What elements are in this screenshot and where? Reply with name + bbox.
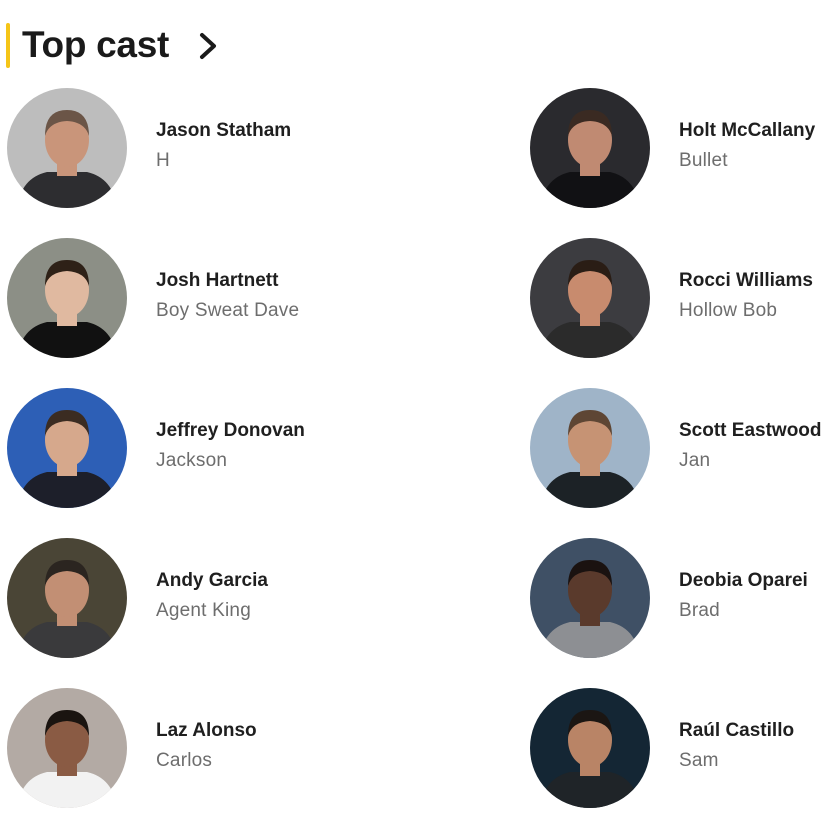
actor-headshot[interactable] (7, 688, 127, 808)
headshot-image (7, 688, 127, 808)
headshot-image (7, 388, 127, 508)
headshot-image (530, 88, 650, 208)
actor-name[interactable]: Rocci Williams (679, 269, 813, 293)
headshot-image (530, 388, 650, 508)
headshot-image (7, 238, 127, 358)
headshot-image (7, 538, 127, 658)
actor-headshot[interactable] (530, 388, 650, 508)
character-name[interactable]: Agent King (156, 599, 251, 623)
cast-item[interactable]: Josh Hartnett Boy Sweat Dave (7, 238, 327, 360)
cast-item[interactable]: Laz Alonso Carlos (7, 688, 327, 810)
actor-headshot[interactable] (530, 688, 650, 808)
character-name[interactable]: Hollow Bob (679, 299, 777, 323)
character-name[interactable]: Boy Sweat Dave (156, 299, 299, 323)
actor-headshot[interactable] (7, 88, 127, 208)
actor-name[interactable]: Jeffrey Donovan (156, 419, 305, 443)
character-name[interactable]: H (156, 149, 170, 173)
headshot-image (530, 538, 650, 658)
actor-headshot[interactable] (530, 88, 650, 208)
cast-item[interactable]: Rocci Williams Hollow Bob (530, 238, 832, 360)
character-name[interactable]: Jackson (156, 449, 227, 473)
cast-item[interactable]: Jeffrey Donovan Jackson (7, 388, 327, 510)
character-name[interactable]: Jan (679, 449, 710, 473)
headshot-image (530, 238, 650, 358)
actor-name[interactable]: Raúl Castillo (679, 719, 794, 743)
chevron-right-icon[interactable] (196, 30, 220, 62)
character-name[interactable]: Brad (679, 599, 720, 623)
headshot-image (530, 688, 650, 808)
actor-name[interactable]: Holt McCallany (679, 119, 815, 143)
actor-name[interactable]: Laz Alonso (156, 719, 257, 743)
accent-bar (6, 23, 10, 68)
actor-headshot[interactable] (7, 238, 127, 358)
actor-name[interactable]: Josh Hartnett (156, 269, 278, 293)
actor-headshot[interactable] (530, 538, 650, 658)
actor-name[interactable]: Andy Garcia (156, 569, 268, 593)
cast-item[interactable]: Jason Statham H (7, 88, 327, 210)
character-name[interactable]: Sam (679, 749, 719, 773)
cast-item[interactable]: Deobia Oparei Brad (530, 538, 832, 660)
actor-name[interactable]: Deobia Oparei (679, 569, 808, 593)
cast-item[interactable]: Raúl Castillo Sam (530, 688, 832, 810)
section-title[interactable]: Top cast (22, 22, 169, 68)
cast-item[interactable]: Scott Eastwood Jan (530, 388, 832, 510)
actor-headshot[interactable] (530, 238, 650, 358)
character-name[interactable]: Bullet (679, 149, 728, 173)
headshot-image (7, 88, 127, 208)
actor-headshot[interactable] (7, 388, 127, 508)
actor-name[interactable]: Scott Eastwood (679, 419, 822, 443)
cast-item[interactable]: Holt McCallany Bullet (530, 88, 832, 210)
actor-name[interactable]: Jason Statham (156, 119, 291, 143)
character-name[interactable]: Carlos (156, 749, 212, 773)
actor-headshot[interactable] (7, 538, 127, 658)
cast-item[interactable]: Andy Garcia Agent King (7, 538, 327, 660)
